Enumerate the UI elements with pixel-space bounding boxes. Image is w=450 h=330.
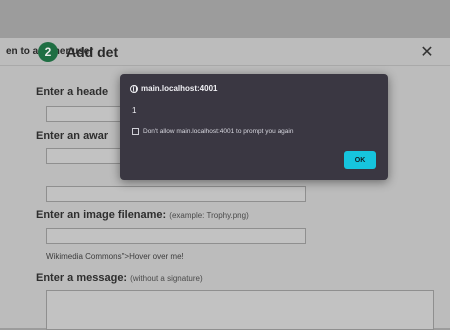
dialog-origin-text: main.localhost:4001: [141, 84, 218, 93]
award-input-wide[interactable]: [46, 186, 306, 202]
close-icon: ✕: [420, 43, 434, 61]
dialog-checkbox-row[interactable]: Don't allow main.localhost:4001 to promp…: [132, 128, 293, 135]
image-hint: (example: Trophy.png): [169, 211, 249, 220]
wikimedia-link-text[interactable]: Wikimedia Commons">Hover over me!: [46, 252, 184, 261]
message-textarea[interactable]: [46, 290, 434, 330]
step-number-badge: 2: [38, 42, 58, 62]
message-hint: (without a signature): [130, 274, 203, 283]
header-input[interactable]: [46, 106, 122, 122]
step-heading: 2 Add det: [38, 42, 118, 62]
close-button[interactable]: ✕: [416, 41, 438, 63]
dialog-origin: main.localhost:4001: [130, 84, 217, 93]
message-label-row: Enter a message: (without a signature): [36, 272, 203, 284]
prompt-dialog: main.localhost:4001 1 Don't allow main.l…: [120, 74, 388, 180]
dialog-message: 1: [132, 106, 137, 115]
image-label-row: Enter an image filename: (example: Troph…: [36, 209, 249, 221]
ok-button[interactable]: OK: [344, 151, 376, 169]
header-label: Enter a heade: [36, 86, 109, 98]
globe-icon: [130, 84, 138, 93]
image-label: Enter an image filename:: [36, 209, 167, 221]
step-title: Add det: [66, 44, 119, 60]
image-filename-input[interactable]: [46, 228, 306, 244]
message-label: Enter a message:: [36, 272, 128, 284]
award-label: Enter an awar: [36, 130, 109, 142]
dont-allow-label: Don't allow main.localhost:4001 to promp…: [143, 128, 294, 135]
award-input[interactable]: [46, 148, 122, 164]
dont-allow-checkbox[interactable]: [132, 128, 139, 135]
